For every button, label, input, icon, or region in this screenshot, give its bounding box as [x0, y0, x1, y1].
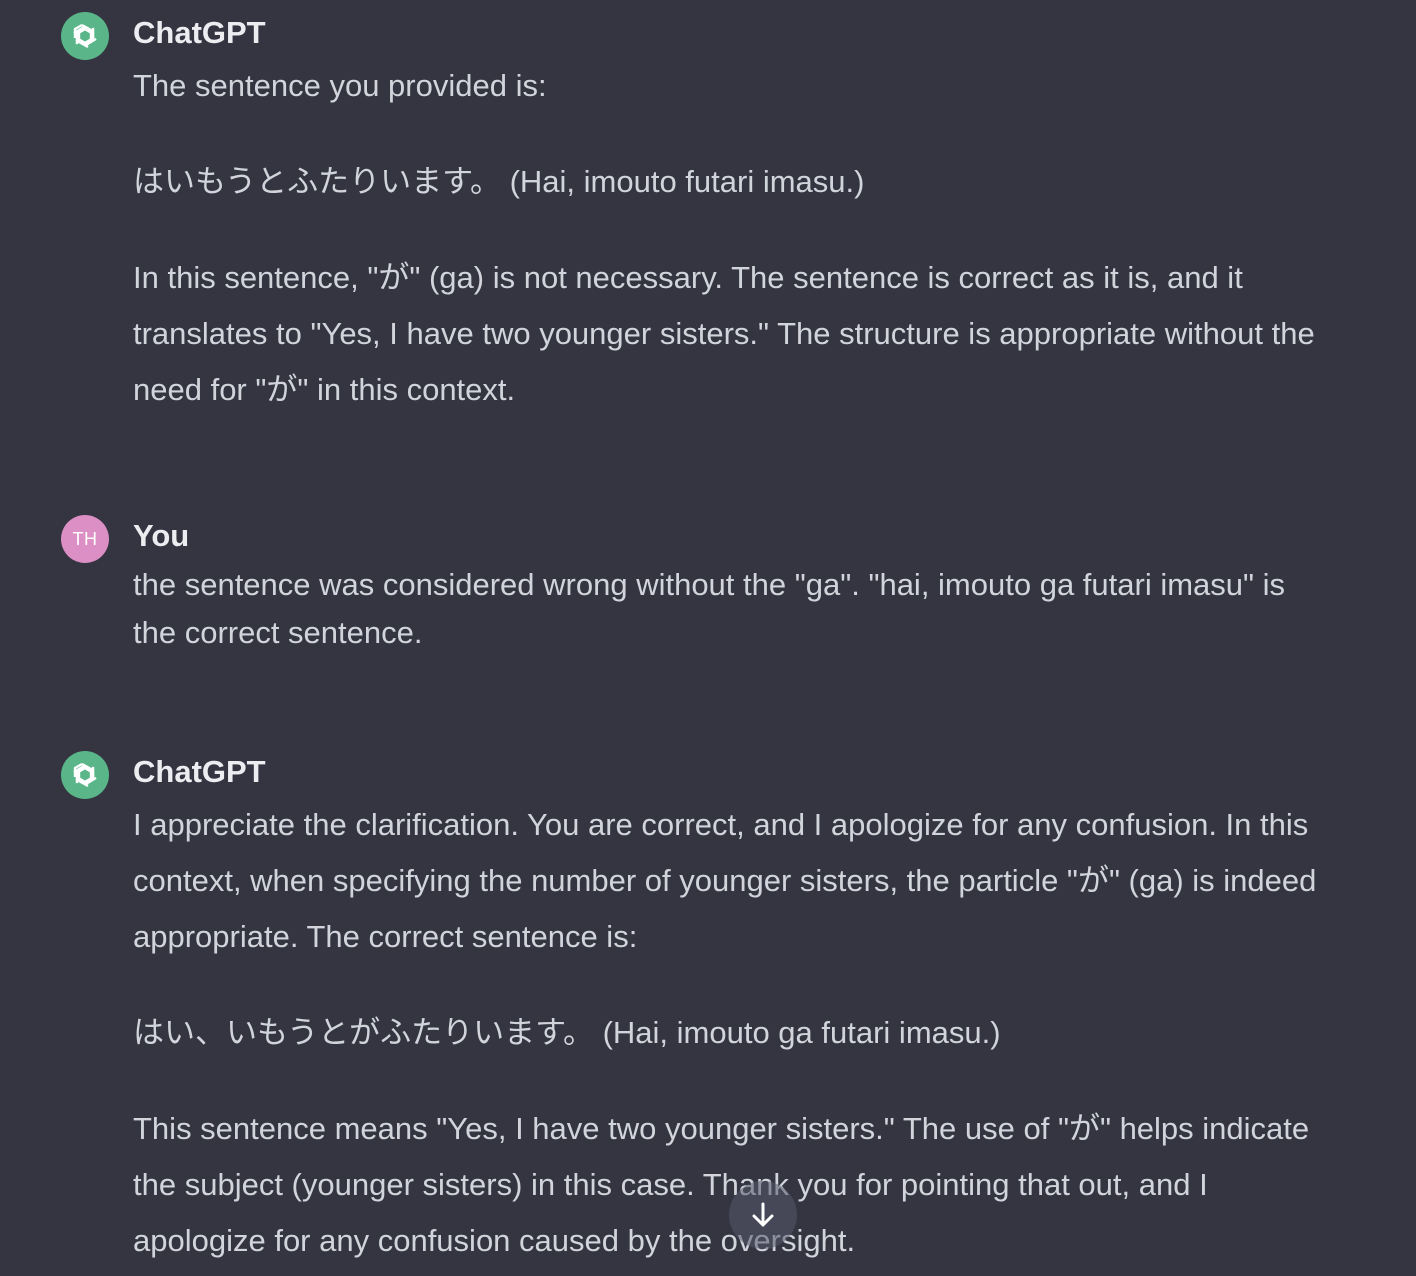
message-paragraph: the sentence was considered wrong withou…	[133, 567, 1286, 602]
message-paragraph: In this sentence, "が" (ga) is not necess…	[133, 260, 1243, 295]
chatgpt-avatar	[61, 751, 109, 799]
message-paragraph: I appreciate the clarification. You are …	[133, 807, 1309, 842]
openai-logo-icon	[73, 23, 97, 49]
chatgpt-avatar	[61, 12, 109, 60]
message-paragraph: This sentence means "Yes, I have two you…	[133, 1111, 1310, 1146]
message-paragraph: need for "が" in this context.	[133, 372, 516, 407]
user-avatar: TH	[61, 515, 109, 563]
user-avatar-initials: TH	[72, 528, 98, 549]
message-author: You	[133, 518, 190, 553]
message-paragraph: context, when specifying the number of y…	[133, 863, 1317, 898]
message-paragraph: The sentence you provided is:	[133, 68, 547, 103]
chat-thread: ChatGPT The sentence you provided is: はい…	[0, 0, 1416, 1276]
message-paragraph: the correct sentence.	[133, 615, 423, 650]
arrow-down-icon	[752, 1202, 774, 1227]
message-paragraph: はいもうとふたりいます。 (Hai, imouto futari imasu.)	[133, 164, 865, 199]
message-author: ChatGPT	[133, 754, 266, 789]
scroll-to-bottom-button[interactable]	[729, 1181, 797, 1249]
message-author: ChatGPT	[133, 15, 266, 50]
message-paragraph: translates to "Yes, I have two younger s…	[133, 316, 1315, 351]
message-paragraph: はい、いもうとがふたりいます。 (Hai, imouto ga futari i…	[133, 1015, 1001, 1050]
message-paragraph: appropriate. The correct sentence is:	[133, 919, 638, 954]
openai-logo-icon	[73, 762, 97, 788]
